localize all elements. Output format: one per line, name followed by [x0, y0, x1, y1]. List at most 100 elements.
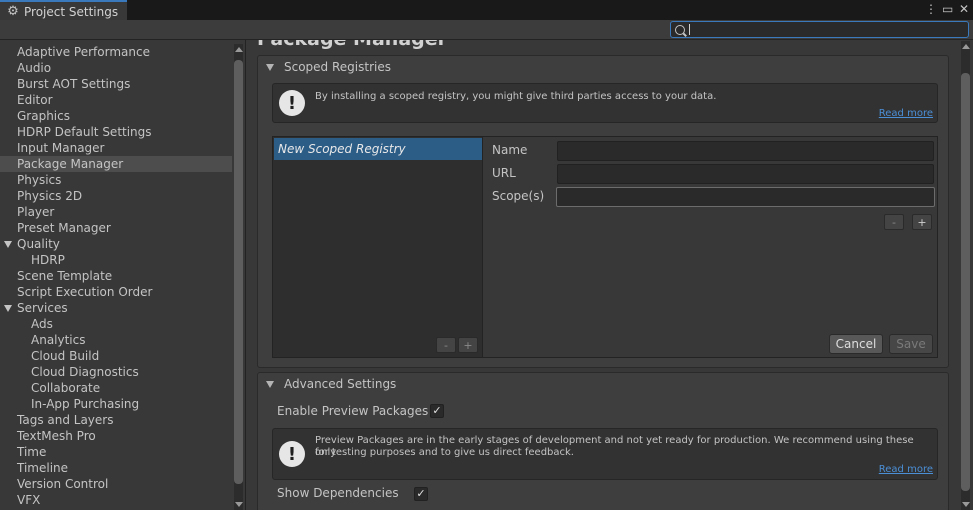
sidebar-item-quality[interactable]: Quality [0, 236, 232, 252]
maximize-icon[interactable]: ▭ [942, 2, 953, 16]
warning-icon: ! [279, 90, 305, 116]
content-scroll-thumb[interactable] [961, 73, 970, 491]
sidebar-item-label: HDRP [31, 253, 65, 267]
sidebar-item-input-manager[interactable]: Input Manager [0, 140, 232, 156]
sidebar-scroll-thumb[interactable] [234, 60, 243, 484]
sidebar-item-label: Cloud Diagnostics [31, 365, 139, 379]
sidebar-item-ads[interactable]: Ads [0, 316, 232, 332]
sidebar-item-audio[interactable]: Audio [0, 60, 232, 76]
sidebar-item-graphics[interactable]: Graphics [0, 108, 232, 124]
chevron-down-icon[interactable] [4, 241, 12, 248]
sidebar-item-services[interactable]: Services [0, 300, 232, 316]
sidebar-item-preset-manager[interactable]: Preset Manager [0, 220, 232, 236]
search-icon [675, 24, 685, 35]
registry-editor: New Scoped Registry - + Name URL Scope(s… [272, 136, 938, 358]
chevron-down-icon [266, 63, 274, 71]
sidebar-item-label: Collaborate [31, 381, 101, 395]
scroll-up-icon[interactable] [235, 47, 243, 52]
show-dependencies-label: Show Dependencies [277, 486, 399, 500]
remove-scope-button[interactable]: - [884, 214, 904, 230]
sidebar-item-player[interactable]: Player [0, 204, 232, 220]
sidebar-item-label: Cloud Build [31, 349, 100, 363]
sidebar-item-label: Scene Template [17, 269, 113, 283]
scopes-field[interactable] [556, 187, 935, 207]
sidebar-item-label: Burst AOT Settings [17, 77, 131, 91]
scroll-up-icon[interactable] [962, 44, 970, 49]
sidebar-item-timeline[interactable]: Timeline [0, 460, 232, 476]
url-field[interactable] [557, 164, 934, 184]
sidebar-item-vfx[interactable]: VFX [0, 492, 232, 508]
sidebar-item-label: Analytics [31, 333, 86, 347]
scroll-down-icon[interactable] [962, 502, 970, 507]
save-button[interactable]: Save [889, 334, 933, 354]
sidebar-item-burst-aot-settings[interactable]: Burst AOT Settings [0, 76, 232, 92]
remove-registry-button[interactable]: - [436, 337, 456, 353]
sidebar-item-cloud-build[interactable]: Cloud Build [0, 348, 232, 364]
sidebar-item-label: Audio [17, 61, 52, 75]
sidebar-item-scene-template[interactable]: Scene Template [0, 268, 232, 284]
sidebar-item-label: Version Control [17, 477, 109, 491]
sidebar-item-adaptive-performance[interactable]: Adaptive Performance [0, 44, 232, 60]
gear-icon: ⚙ [7, 4, 19, 19]
read-more-link[interactable]: Read more [879, 464, 933, 475]
scoped-registries-header: Scoped Registries [284, 60, 391, 74]
preview-help-text-2: for testing purposes and to give us dire… [315, 447, 574, 458]
show-dependencies-checkbox[interactable]: ✓ [414, 487, 428, 501]
warning-icon: ! [279, 441, 305, 467]
sidebar-item-label: Time [17, 445, 47, 459]
sidebar-item-tags-and-layers[interactable]: Tags and Layers [0, 412, 232, 428]
scroll-down-icon[interactable] [235, 502, 243, 507]
sidebar-item-label: VFX [17, 493, 41, 507]
sidebar-item-label: Physics 2D [17, 189, 83, 203]
tab-project-settings[interactable]: ⚙ Project Settings [0, 0, 127, 21]
name-field[interactable] [557, 141, 934, 161]
content-scrollbar[interactable] [961, 41, 970, 510]
scoped-registry-warning: ! By installing a scoped registry, you m… [272, 83, 938, 123]
cancel-button[interactable]: Cancel [829, 334, 883, 354]
settings-category-list: Adaptive Performance Audio Burst AOT Setti… [0, 44, 232, 508]
sidebar-item-hdrp[interactable]: HDRP [0, 252, 232, 268]
sidebar-item-version-control[interactable]: Version Control [0, 476, 232, 492]
sidebar-item-package-manager[interactable]: Package Manager [0, 156, 232, 172]
sidebar-item-collaborate[interactable]: Collaborate [0, 380, 232, 396]
scopes-label: Scope(s) [492, 189, 545, 203]
sidebar-item-physics-2d[interactable]: Physics 2D [0, 188, 232, 204]
sidebar-item-label: HDRP Default Settings [17, 125, 152, 139]
sidebar-item-label: Physics [17, 173, 62, 187]
scoped-registry-help-text: By installing a scoped registry, you mig… [315, 91, 717, 102]
chevron-down-icon [266, 380, 274, 388]
sidebar-item-physics[interactable]: Physics [0, 172, 232, 188]
sidebar-item-label: Tags and Layers [17, 413, 114, 427]
registry-details: Name URL Scope(s) - + Cancel Save [482, 137, 937, 357]
name-label: Name [492, 143, 528, 157]
enable-preview-label: Enable Preview Packages [277, 404, 429, 418]
sidebar-item-in-app-purchasing[interactable]: In-App Purchasing [0, 396, 232, 412]
add-scope-button[interactable]: + [912, 214, 932, 230]
scoped-registries-foldout[interactable]: Scoped Registries [258, 56, 391, 78]
advanced-settings-header: Advanced Settings [284, 377, 397, 391]
sidebar-item-analytics[interactable]: Analytics [0, 332, 232, 348]
add-registry-button[interactable]: + [458, 337, 478, 353]
sidebar-item-script-execution-order[interactable]: Script Execution Order [0, 284, 232, 300]
sidebar-scrollbar[interactable] [234, 44, 243, 510]
preview-packages-warning: ! Preview Packages are in the early stag… [272, 428, 938, 480]
read-more-link[interactable]: Read more [879, 108, 933, 119]
advanced-settings-foldout[interactable]: Advanced Settings [258, 373, 396, 395]
sidebar-item-hdrp-default-settings[interactable]: HDRP Default Settings [0, 124, 232, 140]
url-label: URL [492, 166, 516, 180]
more-icon[interactable]: ⋮ [925, 2, 937, 16]
registry-list-item[interactable]: New Scoped Registry [274, 138, 482, 160]
chevron-down-icon[interactable] [4, 305, 12, 312]
sidebar-item-textmesh-pro[interactable]: TextMesh Pro [0, 428, 232, 444]
sidebar-item-label: Quality [17, 237, 60, 251]
advanced-settings-panel: Advanced Settings Enable Preview Package… [257, 372, 949, 510]
sidebar-item-label: Preset Manager [17, 221, 111, 235]
sidebar-item-editor[interactable]: Editor [0, 92, 232, 108]
sidebar-item-label: Services [17, 301, 68, 315]
enable-preview-checkbox[interactable]: ✓ [430, 404, 444, 418]
close-icon[interactable]: ✕ [959, 2, 969, 16]
sidebar-item-cloud-diagnostics[interactable]: Cloud Diagnostics [0, 364, 232, 380]
sidebar-item-label: Editor [17, 93, 53, 107]
sidebar-item-time[interactable]: Time [0, 444, 232, 460]
search-input[interactable] [670, 21, 969, 38]
